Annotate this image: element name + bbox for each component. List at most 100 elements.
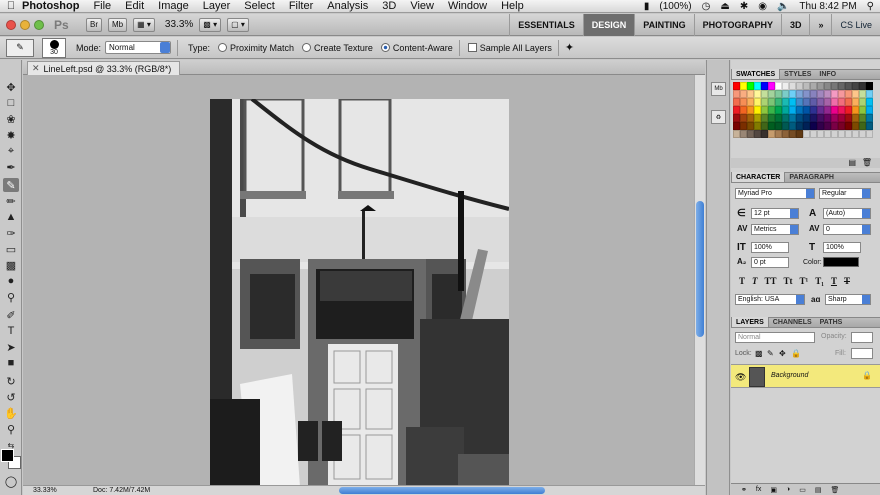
workspace-essentials[interactable]: ESSENTIALS — [509, 14, 583, 36]
tab-paths[interactable]: PATHS — [816, 317, 847, 327]
menu-file[interactable]: File — [93, 0, 111, 12]
radio-create-texture[interactable]: Create Texture — [302, 43, 373, 53]
lasso-tool-icon[interactable]: ❀ — [3, 112, 19, 126]
tracking-field[interactable]: 0 — [823, 224, 871, 235]
new-layer-icon[interactable]: ▤ — [815, 486, 822, 494]
path-selection-tool-icon[interactable]: ➤ — [3, 340, 19, 354]
minibridge-panel-button[interactable]: Mb — [711, 82, 726, 96]
horizontal-scale-field[interactable]: 100% — [823, 242, 861, 253]
superscript-button[interactable]: T¹ — [800, 276, 809, 286]
new-swatch-icon[interactable]: ▤ — [848, 158, 856, 167]
menu-app-name[interactable]: Photoshop — [22, 0, 79, 12]
subscript-button[interactable]: T₁ — [815, 276, 824, 286]
menu-help[interactable]: Help — [501, 0, 524, 12]
apple-icon[interactable]:  — [0, 0, 22, 12]
quick-mask-icon[interactable]: ◯ — [3, 474, 19, 488]
move-tool-icon[interactable]: ✥ — [3, 80, 19, 94]
lock-image-icon[interactable]: ✎ — [767, 349, 774, 358]
launch-minibridge-button[interactable]: Mb — [108, 17, 128, 32]
strikethrough-button[interactable]: T — [844, 276, 850, 286]
status-doc-size[interactable]: Doc: 7.42M/7.42M — [67, 487, 177, 494]
leading-field[interactable]: (Auto) — [823, 208, 871, 219]
battery-icon[interactable]: ▮ — [644, 1, 650, 12]
text-color-swatch[interactable] — [823, 257, 859, 267]
delete-layer-icon[interactable]: 🗑 — [830, 486, 839, 494]
minimize-window-icon[interactable] — [20, 19, 30, 30]
clock[interactable]: Thu 8:42 PM — [799, 1, 856, 12]
workspace-painting[interactable]: PAINTING — [634, 14, 693, 36]
link-layers-icon[interactable]: ⚭ — [741, 486, 747, 494]
radio-proximity-match[interactable]: Proximity Match — [218, 43, 294, 53]
faux-italic-button[interactable]: T — [752, 276, 758, 286]
baseline-shift-field[interactable]: 0 pt — [751, 257, 789, 268]
new-group-icon[interactable]: ▭ — [799, 486, 806, 494]
tab-paragraph[interactable]: PARAGRAPH — [785, 172, 838, 182]
spot-healing-tool-icon[interactable]: ✎ — [3, 178, 19, 192]
brush-tool-icon[interactable]: ✏ — [3, 194, 19, 208]
menu-3d[interactable]: 3D — [382, 0, 396, 12]
mode-select[interactable]: Normal — [105, 41, 172, 54]
swatch-grid[interactable] — [733, 82, 873, 138]
zoom-level[interactable]: 33.3% — [165, 19, 193, 30]
history-panel-icon[interactable]: ♻ — [711, 110, 726, 124]
all-caps-button[interactable]: TT — [765, 276, 777, 286]
tool-preset-picker[interactable]: ✎ — [6, 38, 34, 57]
workspace-photography[interactable]: PHOTOGRAPHY — [693, 14, 781, 36]
menu-select[interactable]: Select — [244, 0, 275, 12]
horizontal-scroll-thumb[interactable] — [339, 487, 545, 494]
menu-analysis[interactable]: Analysis — [327, 0, 368, 12]
3d-rotate-tool-icon[interactable]: ↻ — [3, 374, 19, 388]
lock-position-icon[interactable]: ✥ — [779, 349, 786, 358]
delete-swatch-icon[interactable]: 🗑 — [862, 158, 872, 167]
close-window-icon[interactable] — [6, 19, 16, 30]
menu-image[interactable]: Image — [158, 0, 189, 12]
menu-edit[interactable]: Edit — [125, 0, 144, 12]
workspace-design[interactable]: DESIGN — [582, 14, 635, 36]
quick-selection-tool-icon[interactable]: ✸ — [3, 128, 19, 142]
foreground-color-swatch[interactable] — [1, 449, 14, 462]
tab-layers[interactable]: LAYERS — [731, 317, 769, 327]
marquee-tool-icon[interactable]: □ — [3, 96, 19, 110]
crop-tool-icon[interactable]: ⌖ — [3, 144, 19, 158]
opacity-field[interactable] — [851, 332, 873, 343]
menu-view[interactable]: View — [410, 0, 434, 12]
font-style-select[interactable]: Regular — [819, 188, 871, 199]
arrange-documents-button[interactable]: ▩ ▾ — [199, 17, 222, 32]
tab-swatches[interactable]: SWATCHES — [731, 69, 781, 79]
history-brush-tool-icon[interactable]: ✑ — [3, 226, 19, 240]
status-zoom[interactable]: 33.33% — [23, 487, 67, 494]
font-family-select[interactable]: Myriad Pro — [735, 188, 815, 199]
menu-layer[interactable]: Layer — [203, 0, 231, 12]
visibility-eye-icon[interactable]: 👁 — [735, 372, 746, 383]
layer-row-background[interactable]: 👁 Background 🔒 — [731, 364, 880, 388]
menu-window[interactable]: Window — [448, 0, 487, 12]
radio-content-aware[interactable]: Content-Aware — [380, 43, 453, 53]
vertical-scrollbar[interactable] — [694, 75, 705, 487]
view-extras-button[interactable]: ▦ ▾ — [133, 17, 155, 32]
gradient-tool-icon[interactable]: ▩ — [3, 258, 19, 272]
antialias-select[interactable]: Sharp — [825, 294, 871, 305]
kerning-field[interactable]: Metrics — [751, 224, 799, 235]
vertical-scale-field[interactable]: 100% — [751, 242, 789, 253]
document-tab[interactable]: ✕ LineLeft.psd @ 33.3% (RGB/8*) — [27, 61, 181, 75]
wifi-icon[interactable]: ◉ — [758, 1, 767, 12]
tab-styles[interactable]: STYLES — [780, 69, 815, 79]
time-machine-icon[interactable]: ◷ — [702, 1, 711, 12]
image-canvas[interactable] — [210, 99, 509, 487]
shape-tool-icon[interactable]: ■ — [3, 356, 19, 370]
3d-orbit-tool-icon[interactable]: ↺ — [3, 390, 19, 404]
brush-preset-picker[interactable]: 30 — [42, 37, 66, 58]
language-select[interactable]: English: USA — [735, 294, 805, 305]
underline-button[interactable]: T — [831, 276, 837, 286]
pen-tool-icon[interactable]: ✐ — [3, 308, 19, 322]
tab-channels[interactable]: CHANNELS — [769, 317, 816, 327]
volume-icon[interactable]: 🔈 — [777, 1, 789, 12]
blend-mode-select[interactable]: Normal — [735, 332, 815, 343]
bluetooth-icon[interactable]: ✱ — [740, 1, 748, 12]
tab-info[interactable]: INFO — [815, 69, 840, 79]
screen-mode-button[interactable]: ▢ ▾ — [227, 17, 249, 32]
small-caps-button[interactable]: Tt — [784, 276, 793, 286]
eject-icon[interactable]: ⏏ — [720, 1, 729, 12]
add-mask-icon[interactable]: ▣ — [770, 486, 777, 494]
adjustment-layer-icon[interactable]: ◑ — [786, 486, 790, 493]
